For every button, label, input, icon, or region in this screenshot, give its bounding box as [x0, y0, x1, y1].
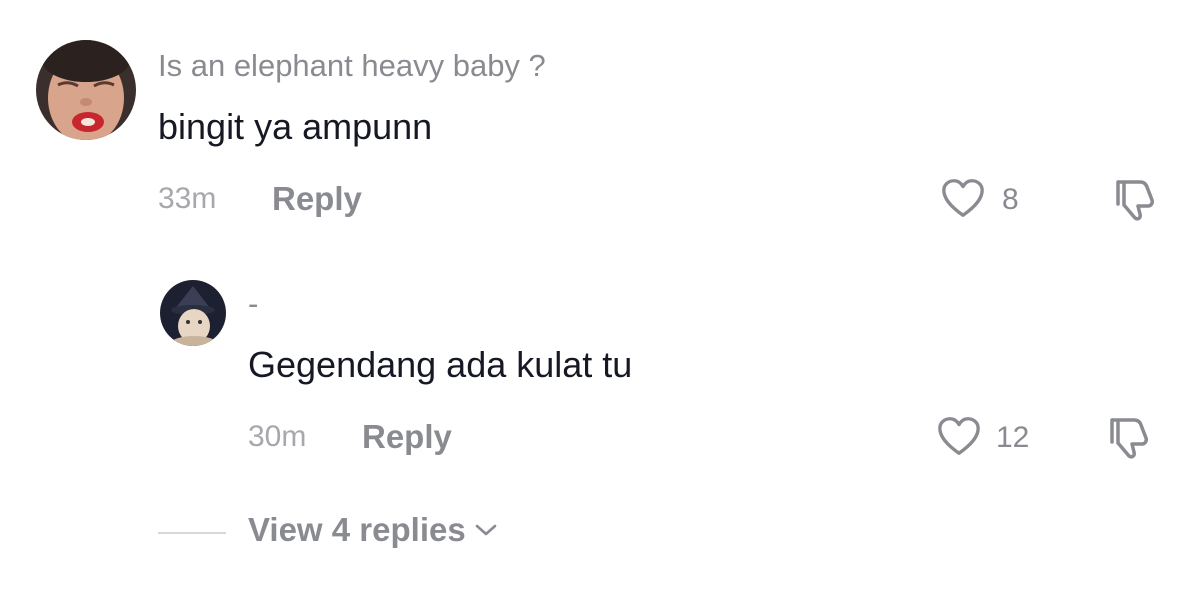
thumbs-down-icon[interactable]: [1110, 176, 1158, 222]
reply-reply-button[interactable]: Reply: [362, 418, 452, 456]
reply-like-button[interactable]: [936, 414, 982, 458]
divider-line: [158, 532, 226, 534]
view-replies-label: View 4 replies: [248, 511, 466, 548]
heart-outline-icon: [938, 417, 980, 455]
reply-like-count: 12: [996, 421, 1030, 454]
comment-username[interactable]: Is an elephant heavy baby ?: [158, 48, 546, 84]
like-count: 8: [1002, 183, 1019, 216]
like-button[interactable]: [940, 176, 986, 220]
comment-text: bingit ya ampunn: [158, 106, 433, 147]
heart-outline-icon: [942, 179, 984, 217]
view-replies-button[interactable]: View 4 replies: [248, 511, 498, 549]
reply-username[interactable]: -: [248, 286, 258, 322]
chevron-down-icon: [475, 524, 497, 536]
reply-text: Gegendang ada kulat tu: [248, 344, 633, 385]
reply-avatar[interactable]: [160, 280, 226, 346]
comment-timestamp: 33m: [158, 182, 217, 215]
thumbs-down-icon[interactable]: [1104, 414, 1152, 460]
reply-button[interactable]: Reply: [272, 180, 362, 218]
reply-timestamp: 30m: [248, 420, 307, 453]
avatar[interactable]: [36, 40, 136, 140]
